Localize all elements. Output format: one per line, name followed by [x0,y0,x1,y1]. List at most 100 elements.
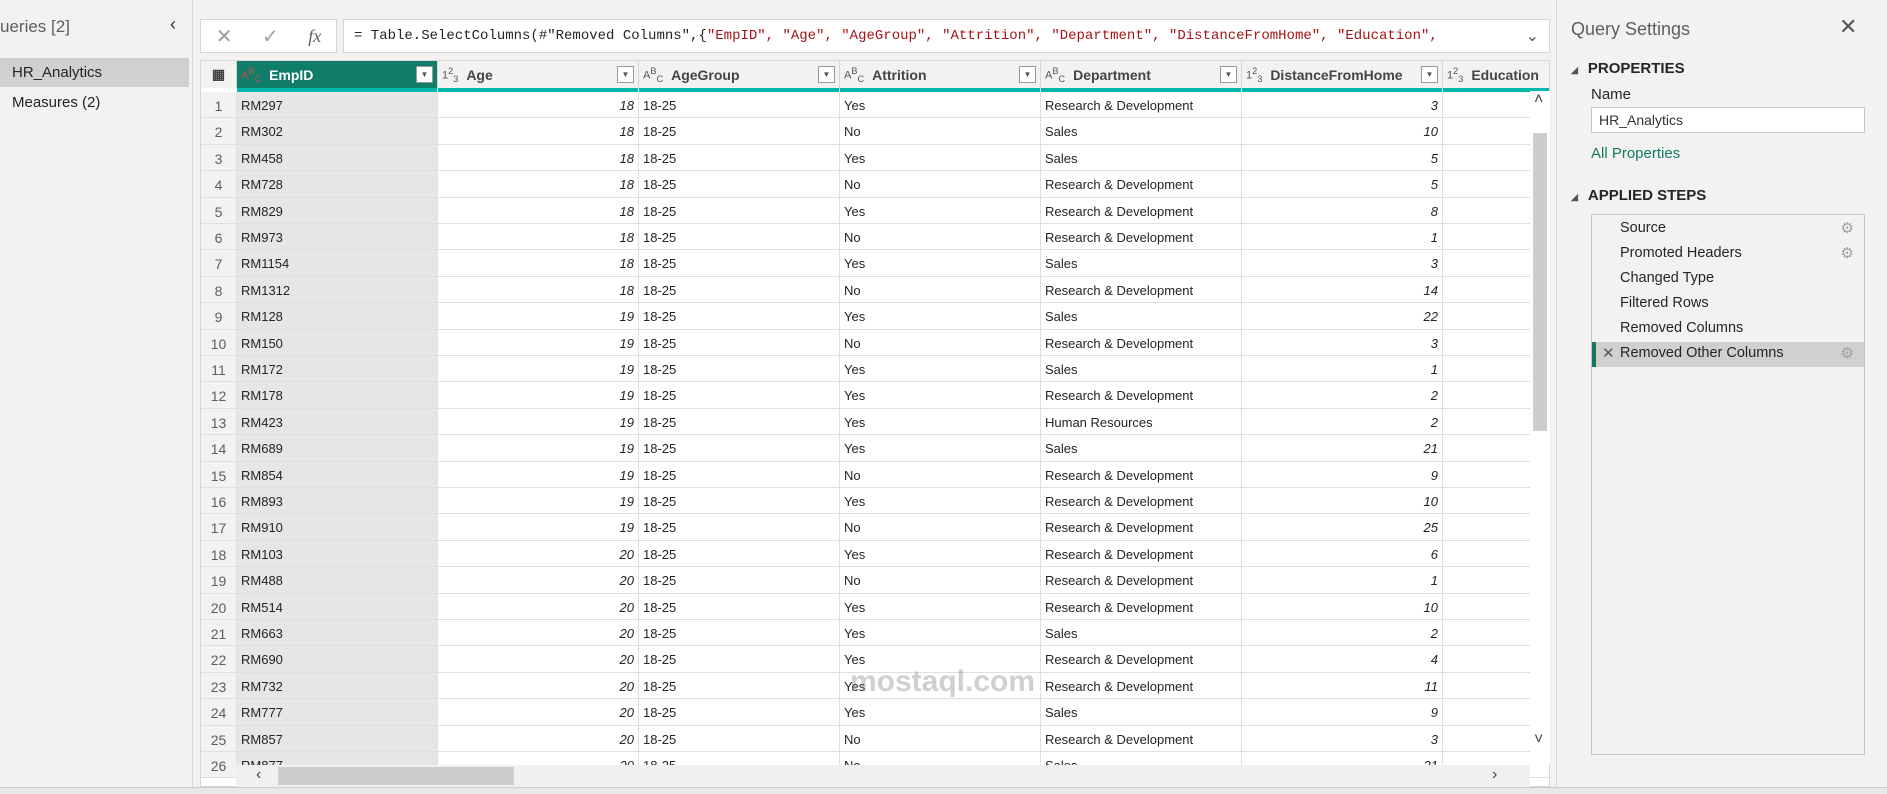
cell-age[interactable]: 19 [438,461,639,488]
cell-age-group[interactable]: 18-25 [639,250,840,277]
row-number[interactable]: 3 [201,144,237,172]
row-number[interactable]: 17 [201,514,237,541]
applied-step[interactable]: Changed Type [1592,267,1864,292]
query-item-hr-analytics[interactable]: HR_Analytics [0,58,189,87]
cell-distance-from-home[interactable]: 3 [1242,329,1443,356]
scroll-right-icon[interactable]: › [1492,766,1497,784]
cell-age[interactable]: 20 [438,620,639,647]
cell-attrition[interactable]: No [840,171,1041,198]
cell-distance-from-home[interactable]: 8 [1242,197,1443,224]
cell-age-group[interactable]: 18-25 [639,329,840,356]
cell-distance-from-home[interactable]: 10 [1242,488,1443,515]
cell-age-group[interactable]: 18-25 [639,725,840,752]
column-header-empid[interactable]: ABC EmpID ▼ [237,61,438,88]
cell-age-group[interactable]: 18-25 [639,356,840,383]
cell-distance-from-home[interactable]: 11 [1242,672,1443,700]
cell-department[interactable]: Sales [1041,435,1242,462]
row-number[interactable]: 21 [201,620,237,647]
cell-emp-id[interactable]: RM829 [237,197,438,224]
cell-emp-id[interactable]: RM103 [237,540,438,568]
cell-department[interactable]: Research & Development [1041,382,1242,409]
applied-step[interactable]: ✕ Removed Other Columns ⚙ [1592,342,1864,367]
column-header-distancefromhome[interactable]: 123 DistanceFromHome ▼ [1242,61,1443,88]
cell-department[interactable]: Research & Development [1041,725,1242,752]
cell-age-group[interactable]: 18-25 [639,118,840,145]
cell-emp-id[interactable]: RM178 [237,382,438,409]
gear-icon[interactable]: ⚙ [1841,219,1854,237]
cell-age[interactable]: 19 [438,329,639,356]
row-number[interactable]: 2 [201,118,237,145]
cell-department[interactable]: Sales [1041,620,1242,647]
cell-emp-id[interactable]: RM777 [237,699,438,726]
cell-age-group[interactable]: 18-25 [639,382,840,409]
cell-department[interactable]: Sales [1041,250,1242,277]
cell-distance-from-home[interactable]: 1 [1242,567,1443,594]
row-number[interactable]: 25 [201,725,237,752]
row-number[interactable]: 9 [201,303,237,330]
row-number[interactable]: 18 [201,540,237,568]
formula-bar-input[interactable]: = Table.SelectColumns(#"Removed Columns"… [343,19,1550,53]
cell-attrition[interactable]: Yes [840,488,1041,515]
cell-attrition[interactable]: Yes [840,250,1041,277]
cell-emp-id[interactable]: RM172 [237,356,438,383]
cell-department[interactable]: Research & Development [1041,197,1242,224]
cell-attrition[interactable]: No [840,118,1041,145]
text-type-icon[interactable]: ABC [241,66,261,84]
cell-distance-from-home[interactable]: 3 [1242,250,1443,277]
cell-attrition[interactable]: Yes [840,303,1041,330]
cell-department[interactable]: Research & Development [1041,672,1242,700]
cell-age-group[interactable]: 18-25 [639,514,840,541]
collapse-chevron-icon[interactable]: ‹ [170,14,176,35]
cell-age-group[interactable]: 18-25 [639,224,840,251]
number-type-icon[interactable]: 123 [1447,66,1463,84]
column-header-agegroup[interactable]: ABC AgeGroup ▼ [639,61,840,88]
cell-distance-from-home[interactable]: 6 [1242,540,1443,568]
cell-emp-id[interactable]: RM458 [237,144,438,172]
applied-step[interactable]: Filtered Rows [1592,292,1864,317]
column-header-education[interactable]: 123 Education [1443,61,1549,88]
cell-distance-from-home[interactable]: 21 [1242,435,1443,462]
cell-age[interactable]: 18 [438,250,639,277]
filter-dropdown-icon[interactable]: ▼ [416,66,433,83]
cell-distance-from-home[interactable]: 10 [1242,593,1443,620]
row-number[interactable]: 14 [201,435,237,462]
applied-step[interactable]: Source ⚙ [1592,217,1864,242]
cell-department[interactable]: Research & Development [1041,514,1242,541]
cell-attrition[interactable]: Yes [840,593,1041,620]
filter-dropdown-icon[interactable]: ▼ [1220,66,1237,83]
cell-age[interactable]: 19 [438,408,639,436]
scroll-down-icon[interactable]: ˅ [1534,731,1543,749]
cell-age[interactable]: 20 [438,699,639,726]
text-type-icon[interactable]: ABC [844,66,864,84]
row-number[interactable]: 20 [201,593,237,620]
text-type-icon[interactable]: ABC [1045,66,1065,84]
cell-distance-from-home[interactable]: 3 [1242,725,1443,752]
row-number[interactable]: 26 [201,752,237,779]
cell-distance-from-home[interactable]: 3 [1242,92,1443,119]
cell-age-group[interactable]: 18-25 [639,672,840,700]
vertical-scrollbar[interactable]: ˄ ˅ [1530,91,1550,765]
all-properties-link[interactable]: All Properties [1591,145,1680,162]
properties-header[interactable]: ◢ PROPERTIES [1571,60,1685,77]
cell-age-group[interactable]: 18-25 [639,144,840,172]
cell-age[interactable]: 19 [438,382,639,409]
query-name-input[interactable] [1591,107,1865,133]
cell-age[interactable]: 20 [438,540,639,568]
cell-age[interactable]: 20 [438,646,639,673]
cell-emp-id[interactable]: RM663 [237,620,438,647]
cell-attrition[interactable]: Yes [840,382,1041,409]
cell-attrition[interactable]: Yes [840,699,1041,726]
gear-icon[interactable]: ⚙ [1841,344,1854,362]
cell-age-group[interactable]: 18-25 [639,435,840,462]
row-number[interactable]: 8 [201,276,237,304]
cell-distance-from-home[interactable]: 4 [1242,646,1443,673]
cell-attrition[interactable]: No [840,514,1041,541]
cell-emp-id[interactable]: RM1312 [237,276,438,304]
cell-distance-from-home[interactable]: 5 [1242,171,1443,198]
cell-age[interactable]: 20 [438,593,639,620]
row-number[interactable]: 24 [201,699,237,726]
cell-department[interactable]: Research & Development [1041,593,1242,620]
cell-emp-id[interactable]: RM728 [237,171,438,198]
row-number[interactable]: 4 [201,171,237,198]
row-number[interactable]: 5 [201,197,237,224]
